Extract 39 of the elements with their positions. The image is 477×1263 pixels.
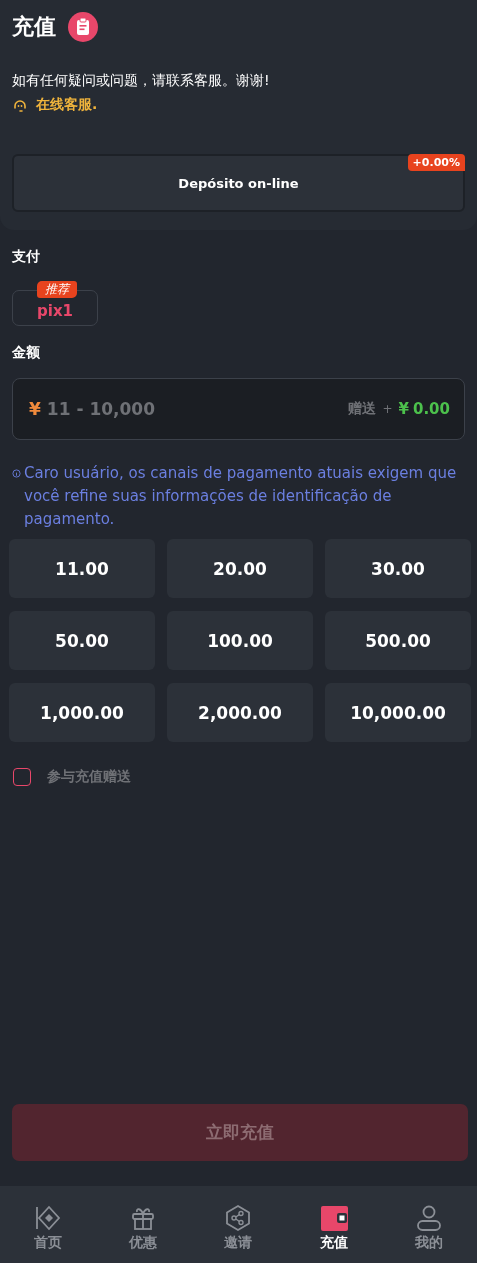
currency-sign: ¥ bbox=[29, 399, 41, 419]
nav-tab[interactable]: 充值 bbox=[298, 1197, 369, 1252]
amount-option[interactable]: 10,000.00 bbox=[325, 683, 471, 742]
checkbox[interactable] bbox=[13, 768, 31, 786]
amount-option[interactable]: 30.00 bbox=[325, 539, 471, 598]
support-link[interactable]: 在线客服. bbox=[36, 96, 98, 114]
rate-badge: +0.00% bbox=[407, 154, 465, 171]
amount-field[interactable]: ¥ 11 - 10,000 赠送 + ¥ 0.00 bbox=[12, 378, 465, 440]
bonus-label: 赠送 bbox=[348, 400, 377, 418]
recommend-badge: 推荐 bbox=[37, 281, 77, 298]
amount-option[interactable]: 11.00 bbox=[9, 539, 155, 598]
amount-option[interactable]: 50.00 bbox=[9, 611, 155, 670]
amount-input[interactable]: 11 - 10,000 bbox=[44, 398, 345, 420]
bonus-currency: ¥ bbox=[398, 400, 409, 418]
section-label: 金额 bbox=[12, 344, 41, 362]
headset-icon bbox=[12, 97, 28, 113]
wallet-icon bbox=[319, 1203, 348, 1232]
notice-text: 如有任何疑问或问题，请联系客服。谢谢! bbox=[12, 72, 271, 90]
nav-tab[interactable]: 首页 bbox=[12, 1197, 83, 1252]
info-icon bbox=[12, 469, 21, 478]
checkbox-label: 参与充值赠送 bbox=[47, 768, 131, 786]
amount-option[interactable]: 1,000.00 bbox=[9, 683, 155, 742]
deposit-tab[interactable]: Depósito on-line +0.00% bbox=[12, 154, 465, 212]
page-title: 充值 bbox=[12, 13, 56, 41]
nav-tab[interactable]: 邀请 bbox=[203, 1197, 274, 1252]
nav-tab[interactable]: 我的 bbox=[394, 1197, 465, 1252]
section-label: 支付 bbox=[12, 248, 41, 266]
clipboard-icon[interactable] bbox=[68, 12, 98, 42]
bonus-amount: 0.00 bbox=[413, 400, 450, 418]
share-icon bbox=[224, 1203, 253, 1232]
amount-option[interactable]: 20.00 bbox=[167, 539, 313, 598]
amount-option[interactable]: 500.00 bbox=[325, 611, 471, 670]
nav-tab[interactable]: 优惠 bbox=[108, 1197, 179, 1252]
plus-sign: + bbox=[382, 402, 393, 416]
diamond-icon bbox=[33, 1203, 62, 1232]
amount-option[interactable]: 2,000.00 bbox=[167, 683, 313, 742]
hint-text: Caro usuário, os canais de pagamento atuais exigem que você refine suas informações de identificação de pagamento. bbox=[24, 463, 458, 530]
user-icon bbox=[415, 1203, 444, 1232]
amount-option[interactable]: 100.00 bbox=[167, 611, 313, 670]
